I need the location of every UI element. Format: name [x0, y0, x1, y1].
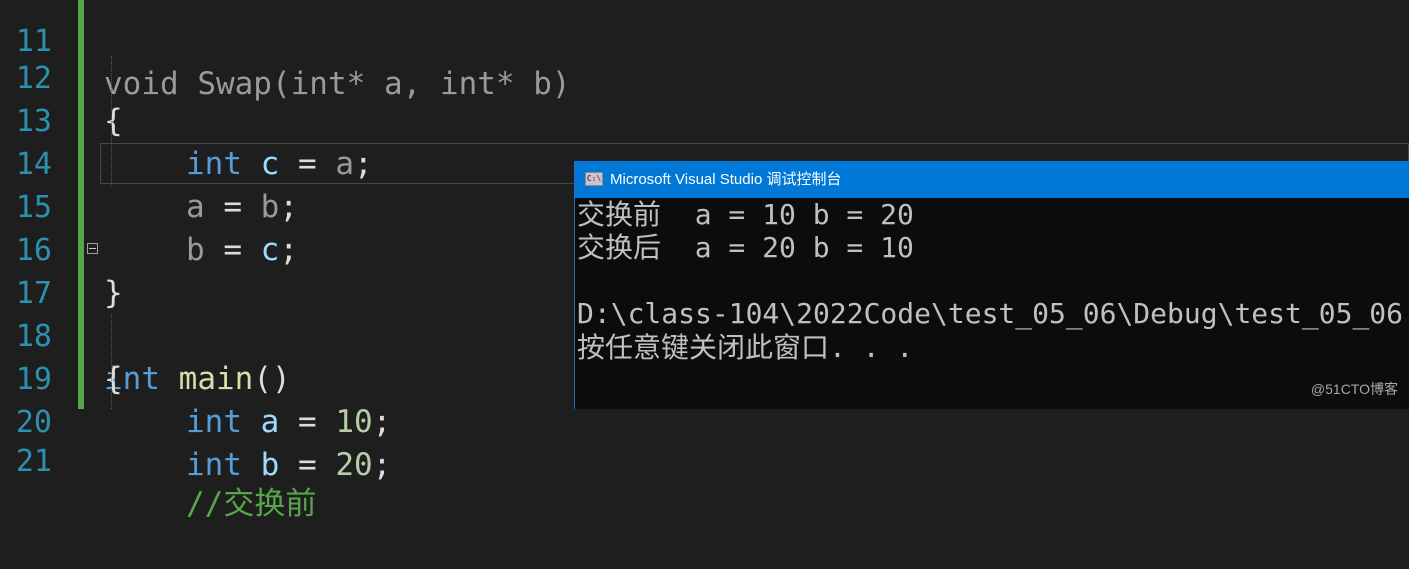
- keyword: int: [186, 447, 242, 483]
- collapse-icon[interactable]: [87, 243, 98, 254]
- console-app-icon: C:\: [585, 172, 603, 186]
- console-line: 交换后 a = 20 b = 10: [577, 231, 914, 264]
- indent-guide: [111, 56, 112, 186]
- console-line: 按任意键关闭此窗口. . .: [577, 331, 914, 364]
- watermark: @51CTO博客: [1310, 381, 1398, 397]
- comment: //交换前: [186, 486, 317, 522]
- indent-guide: [111, 314, 112, 409]
- console-title-bar[interactable]: C:\ Microsoft Visual Studio 调试控制台: [575, 161, 1409, 198]
- console-output[interactable]: 交换前 a = 10 b = 20 交换后 a = 20 b = 10 D:\c…: [575, 198, 1409, 409]
- code-line[interactable]: 13 int c = a;: [0, 57, 1409, 182]
- operator: =: [279, 447, 336, 483]
- semicolon: ;: [372, 447, 392, 483]
- variable: b: [260, 447, 280, 483]
- console-title: Microsoft Visual Studio 调试控制台: [610, 171, 842, 188]
- number-literal: 20: [335, 447, 373, 483]
- console-line: D:\class-104\2022Code\test_05_06\Debug\t…: [577, 297, 1404, 330]
- code-line[interactable]: 12 {: [0, 14, 1409, 139]
- line-number: 21: [15, 444, 52, 479]
- code-line[interactable]: 14 a = b;: [0, 100, 1409, 225]
- debug-console-window[interactable]: C:\ Microsoft Visual Studio 调试控制台 交换前 a …: [574, 161, 1409, 409]
- console-line: 交换前 a = 10 b = 20: [577, 198, 914, 231]
- code-text: int b = 20;: [186, 444, 391, 487]
